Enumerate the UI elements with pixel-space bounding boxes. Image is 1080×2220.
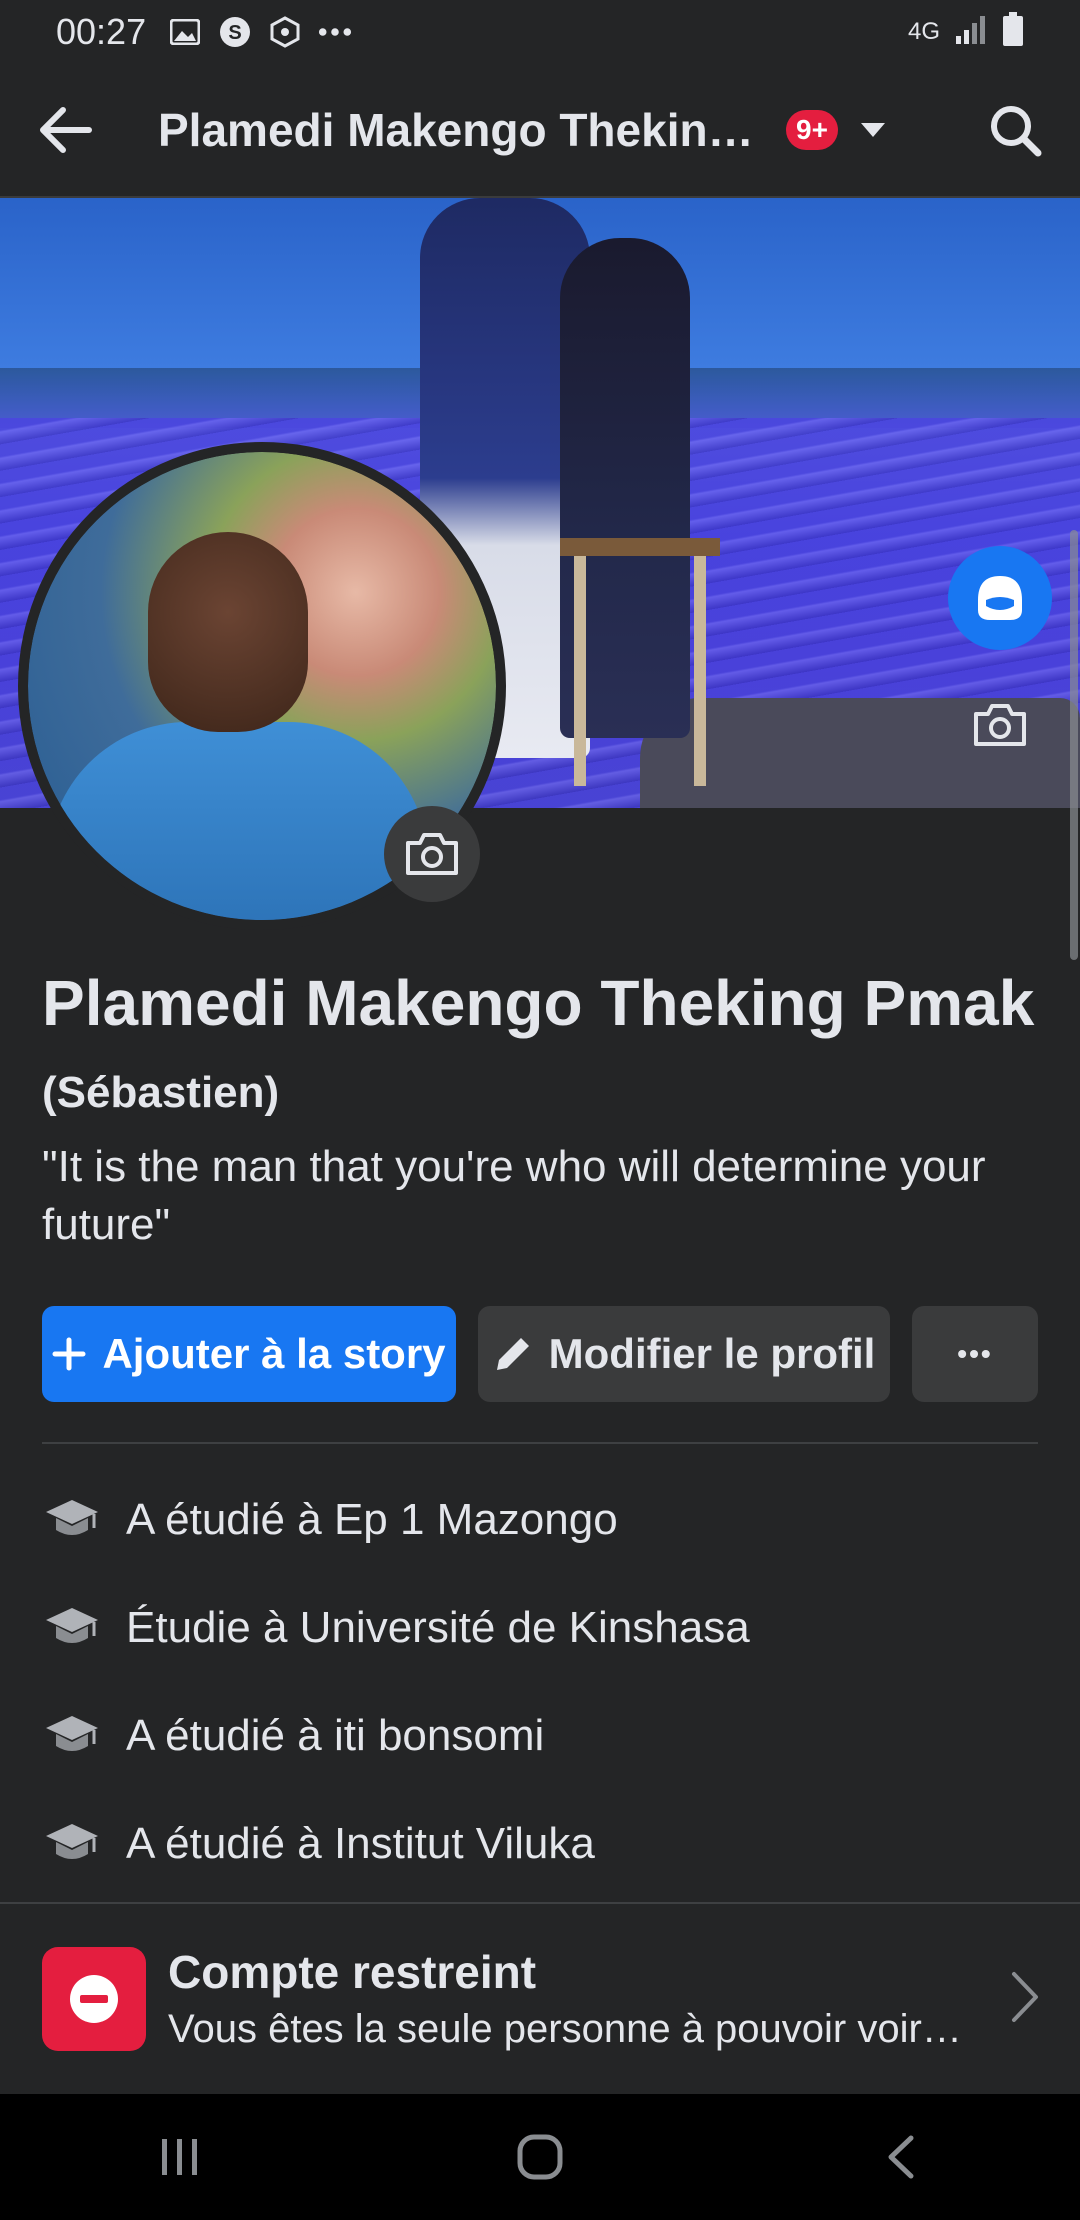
restricted-account-row[interactable]: Compte restreint Vous êtes la seule pers… bbox=[0, 1904, 1080, 2094]
recent-apps-button[interactable] bbox=[120, 2107, 240, 2207]
graduation-cap-icon bbox=[42, 1490, 102, 1550]
section-divider bbox=[42, 1442, 1038, 1444]
restricted-icon bbox=[42, 1947, 146, 2051]
arrow-left-icon bbox=[40, 107, 92, 153]
system-navigation-bar bbox=[0, 2094, 1080, 2220]
edit-cover-camera-icon[interactable] bbox=[970, 695, 1030, 755]
image-icon bbox=[168, 17, 202, 47]
profile-full-name: Plamedi Makengo Theking Pmak bbox=[42, 967, 1035, 1039]
caret-down-icon[interactable] bbox=[856, 113, 890, 147]
add-to-story-button[interactable]: Ajouter à la story bbox=[42, 1306, 456, 1402]
cover-stool bbox=[560, 538, 720, 786]
notification-badge[interactable]: 9+ bbox=[786, 110, 838, 150]
status-notification-icons: S bbox=[168, 16, 352, 48]
graduation-cap-icon bbox=[42, 1598, 102, 1658]
graduation-cap-icon bbox=[42, 1814, 102, 1874]
system-back-button[interactable] bbox=[840, 2107, 960, 2207]
more-options-button[interactable]: ••• bbox=[912, 1306, 1038, 1402]
status-bar: 00:27 S 4G bbox=[0, 0, 1080, 64]
search-icon bbox=[991, 106, 1042, 157]
home-button[interactable] bbox=[480, 2107, 600, 2207]
network-type: 4G bbox=[907, 18, 940, 45]
edit-profile-picture-button[interactable] bbox=[384, 806, 480, 902]
profile-header-bar: Plamedi Makengo Theking Pmak 9+ bbox=[0, 64, 1080, 198]
education-list: A étudié à Ep 1 Mazongo Étudie à Univers… bbox=[42, 1466, 1038, 1898]
back-button[interactable] bbox=[0, 63, 130, 197]
chevron-left-icon bbox=[888, 2135, 914, 2179]
edit-profile-label: Modifier le profil bbox=[548, 1330, 876, 1377]
list-item[interactable]: A étudié à Institut Viluka bbox=[42, 1790, 1038, 1898]
more-dots-icon bbox=[318, 17, 352, 47]
graduation-cap-icon bbox=[42, 1706, 102, 1766]
scrollbar-thumb[interactable] bbox=[1070, 530, 1078, 960]
list-item[interactable]: Étudie à Université de Kinshasa bbox=[42, 1574, 1038, 1682]
profile-bio: "It is the man that you're who will dete… bbox=[42, 1142, 986, 1249]
svg-text:S: S bbox=[228, 22, 241, 44]
list-item[interactable]: A étudié à Ep 1 Mazongo bbox=[42, 1466, 1038, 1574]
recent-apps-icon bbox=[162, 2139, 197, 2175]
education-label: A étudié à iti bonsomi bbox=[126, 1711, 545, 1760]
more-dots-label: ••• bbox=[957, 1338, 993, 1369]
profile-actions: Ajouter à la story Modifier le profil ••… bbox=[42, 1306, 1038, 1402]
s-icon: S bbox=[218, 17, 252, 47]
home-icon bbox=[517, 2134, 563, 2180]
restricted-description: Vous êtes la seule personne à pouvoir vo… bbox=[168, 2007, 968, 2051]
chevron-right-icon bbox=[1010, 1970, 1040, 2029]
search-button[interactable] bbox=[950, 63, 1080, 197]
avatar-face-icon bbox=[978, 576, 1022, 620]
status-system-icons: 4G bbox=[907, 11, 1024, 53]
avatar-face bbox=[148, 532, 308, 732]
add-to-story-label: Ajouter à la story bbox=[102, 1330, 446, 1377]
status-time: 00:27 bbox=[56, 11, 147, 52]
battery-icon bbox=[1002, 11, 1024, 53]
avatar-shirt bbox=[48, 722, 428, 920]
signal-icon bbox=[954, 14, 988, 51]
education-label: A étudié à Institut Viluka bbox=[126, 1819, 595, 1868]
hexagon-icon bbox=[268, 16, 302, 48]
pencil-icon bbox=[493, 1334, 533, 1374]
restricted-title: Compte restreint bbox=[168, 1946, 537, 1998]
avatar-creator-button[interactable] bbox=[948, 546, 1052, 650]
camera-icon bbox=[406, 833, 458, 875]
plus-icon bbox=[52, 1337, 86, 1371]
edit-profile-button[interactable]: Modifier le profil bbox=[478, 1306, 890, 1402]
education-label: Étudie à Université de Kinshasa bbox=[126, 1603, 750, 1652]
header-title[interactable]: Plamedi Makengo Theking Pmak bbox=[158, 103, 758, 157]
education-label: A étudié à Ep 1 Mazongo bbox=[126, 1495, 618, 1544]
profile-alternate-name: (Sébastien) bbox=[42, 1068, 280, 1117]
list-item[interactable]: A étudié à iti bonsomi bbox=[42, 1682, 1038, 1790]
profile-name: Plamedi Makengo Theking Pmak (Sébastien) bbox=[42, 962, 1042, 1134]
